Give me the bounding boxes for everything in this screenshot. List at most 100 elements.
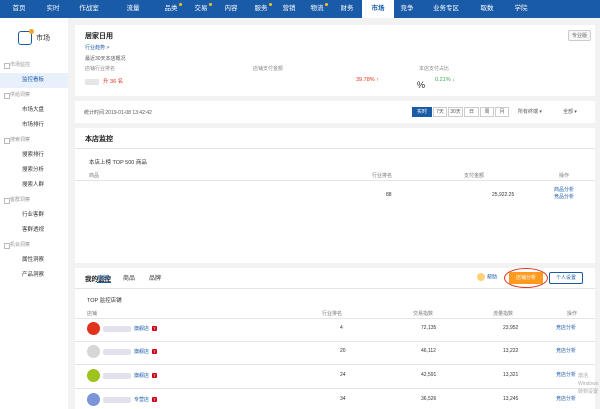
nav-item[interactable]: 财务 — [332, 0, 362, 18]
sidebar-group: 供给洞察 — [0, 88, 68, 103]
divider — [75, 288, 595, 289]
active-tab-indicator — [97, 282, 111, 284]
personal-settings-button[interactable]: 个人设置 — [549, 272, 583, 284]
shop-trade-index: 72,135 — [421, 325, 437, 331]
highlight-circle — [504, 268, 548, 288]
shop-name[interactable]: 旗舰店 — [134, 372, 149, 379]
range-button[interactable]: 7天 — [433, 107, 447, 117]
shop-name[interactable]: 专营店 — [134, 396, 149, 403]
sidebar-group: 市场监控 — [0, 58, 68, 73]
col-operation: 操作 — [559, 173, 570, 179]
help-link[interactable]: 帮助 — [477, 273, 497, 281]
shop-cell[interactable]: 旗舰店 T — [87, 369, 158, 382]
new-dot-icon — [269, 3, 272, 6]
sidebar-group: 机会洞察 — [0, 238, 68, 253]
divider — [75, 388, 595, 389]
shop-rank: 34 — [340, 396, 346, 402]
scope-select[interactable]: 全部 — [563, 108, 577, 115]
competitor-store-link[interactable]: 竞店分析 — [556, 396, 576, 403]
nav-item[interactable]: 学院 — [502, 0, 540, 18]
range-button[interactable]: 月 — [495, 107, 509, 117]
tmall-icon: T — [152, 349, 158, 354]
tmall-icon: T — [152, 397, 158, 402]
col-product: 商品 — [89, 173, 100, 179]
nav-item[interactable]: 作战室 — [68, 0, 110, 18]
range-button[interactable]: 实时 — [412, 107, 432, 117]
percent-icon: % — [417, 80, 426, 90]
col-industry-rank: 行业排名 — [322, 311, 343, 317]
col-industry-rank: 行业排名 — [372, 173, 393, 179]
competitor-product-link[interactable]: 竞品分析 — [554, 194, 574, 201]
rank-change-value: 升 36 名 — [103, 79, 124, 85]
range-button[interactable]: 周 — [480, 107, 494, 117]
summary-subtitle: 最近30天本店概况 — [85, 56, 126, 62]
nav-item[interactable]: 营销 — [276, 0, 302, 18]
industry-trend-link[interactable]: 行业趋势 > — [85, 44, 109, 51]
sidebar-group: 搜索洞察 — [0, 133, 68, 148]
divider — [75, 364, 595, 365]
sidebar-item[interactable]: 搜索排行 — [0, 148, 68, 163]
sidebar-title: 市场 — [36, 35, 50, 42]
tab-store[interactable]: 店铺 — [97, 273, 109, 282]
shop-trade-index: 46,112 — [421, 348, 436, 354]
shop-traffic-index: 23,952 — [503, 325, 519, 331]
new-dot-icon — [179, 3, 182, 6]
nav-item[interactable]: 首页 — [0, 0, 38, 18]
sidebar-item[interactable]: 产品洞察 — [0, 268, 68, 283]
nav-item[interactable]: 实时 — [38, 0, 68, 18]
nav-item[interactable]: 竞争 — [394, 0, 420, 18]
col-operation: 操作 — [567, 311, 578, 317]
shop-cell[interactable]: 专营店 T — [87, 393, 158, 406]
competitor-store-link[interactable]: 竞店分析 — [556, 348, 576, 355]
category-title: 居家日用 — [85, 33, 113, 40]
shop-cell[interactable]: 旗舰店 T — [87, 322, 158, 335]
nav-item[interactable]: 业务专区 — [420, 0, 472, 18]
competitor-store-link[interactable]: 竞店分析 — [556, 372, 576, 379]
nav-item[interactable]: 内容 — [216, 0, 246, 18]
sidebar-item[interactable]: 市场大盘 — [0, 103, 68, 118]
competitor-store-link[interactable]: 竞店分析 — [556, 325, 576, 332]
metric-pay-amount: 店铺支付金额 39.78% ↑ — [253, 66, 379, 83]
nav-item[interactable]: 取数 — [472, 0, 502, 18]
range-button[interactable]: 日 — [464, 107, 479, 117]
arrow-up-icon: ↑ — [374, 77, 379, 83]
new-dot-icon — [209, 3, 212, 6]
range-button[interactable]: 30天 — [448, 107, 463, 117]
sidebar-item[interactable]: 监控看板 — [0, 73, 68, 88]
sidebar-item[interactable]: 属性洞察 — [0, 253, 68, 268]
tab-brand[interactable]: 品牌 — [149, 273, 161, 282]
shop-traffic-index: 13,321 — [503, 372, 519, 378]
stat-time: 统计时间 2019-01-08 13:42:42 — [84, 110, 152, 116]
blurred-shop-name — [103, 372, 131, 379]
nav-item[interactable]: 流量 — [110, 0, 156, 18]
tab-product[interactable]: 商品 — [123, 273, 135, 282]
pay-amount-change: 39.78% — [356, 77, 375, 83]
device-select[interactable]: 所有终端 — [518, 108, 542, 115]
tmall-icon: T — [152, 373, 158, 378]
top500-caption: 本店上榜 TOP 500 商品 — [89, 160, 147, 166]
pay-share-value: 0.21% — [435, 77, 451, 83]
sidebar-item[interactable]: 市场排行 — [0, 118, 68, 133]
nav-item[interactable]: 服务 — [246, 0, 276, 18]
nav-item[interactable]: 物流 — [302, 0, 332, 18]
my-monitor-panel: 我的监控 店铺 商品 品牌 帮助 店铺分析 个人设置 TOP 监控店铺 店铺 行… — [75, 268, 595, 409]
help-icon — [477, 273, 485, 281]
divider — [75, 148, 595, 149]
sidebar-item[interactable]: 行业客群 — [0, 208, 68, 223]
nav-item[interactable]: 市场 — [362, 0, 394, 18]
metric-rank: 店铺行业排名 升 36 名 — [85, 66, 124, 85]
windows-watermark: 激活 Windows 转到设置 — [578, 373, 599, 395]
sidebar-item[interactable]: 客群透视 — [0, 223, 68, 238]
product-analysis-link[interactable]: 商品分析 — [554, 187, 574, 194]
sidebar-item[interactable]: 搜索人群 — [0, 178, 68, 193]
shop-trade-index: 36,526 — [421, 396, 437, 402]
shop-rank: 20 — [340, 348, 346, 354]
nav-item[interactable]: 品类 — [156, 0, 186, 18]
sidebar-item[interactable]: 搜索分析 — [0, 163, 68, 178]
nav-item[interactable]: 交易 — [186, 0, 216, 18]
shop-cell[interactable]: 旗舰店 T — [87, 345, 158, 358]
shop-name[interactable]: 旗舰店 — [134, 348, 149, 355]
sidebar-menu: 市场监控 监控看板 供给洞察 市场大盘 市场排行 搜索洞察 搜索排行 搜索分析 搜索人群 客群洞察… — [0, 58, 68, 283]
col-trade-index: 交易指数 — [413, 311, 434, 317]
shop-name[interactable]: 旗舰店 — [134, 325, 149, 332]
